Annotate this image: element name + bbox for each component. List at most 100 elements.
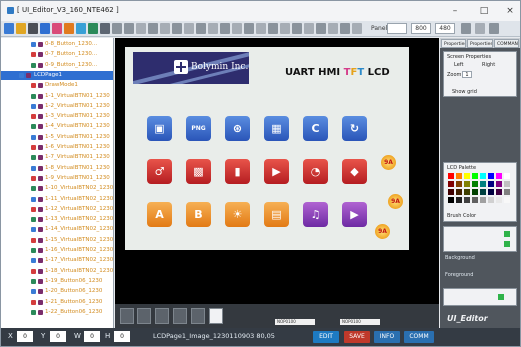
tree-item[interactable]: 0-9_Button_1230... [1,61,113,70]
hmi-icon-button[interactable]: PNG [186,116,211,141]
bold-icon[interactable] [40,23,50,34]
tree-item[interactable]: 1-8_VirtualBTN01_1230 [1,164,113,173]
hmi-icon-button[interactable]: ▤ [264,202,289,227]
tree-item[interactable]: 1-19_Button06_1230 [1,277,113,286]
palette-swatch[interactable] [504,189,510,195]
show-grid-checkbox[interactable]: Show grid [452,89,477,95]
align-left-icon[interactable] [256,23,266,34]
tree-item[interactable]: 1-22_Button06_1230 [1,308,113,317]
page-thumbnail[interactable] [155,308,169,324]
page-thumbnail[interactable] [209,308,223,324]
open-folder-icon[interactable] [16,23,26,34]
hmi-icon-button[interactable]: ⊛ [225,116,250,141]
palette-swatch[interactable] [496,181,502,187]
tree-item[interactable]: 1-5_VirtualBTN01_1230 [1,133,113,142]
tab-properties-2[interactable]: Properties 2 [467,39,493,48]
palette-swatch[interactable] [496,189,502,195]
command-field[interactable]: NOP0100 [340,319,380,325]
lcd-page-preview[interactable]: Bolymin Inc. UART HMI TFT LCD ▣ PNG ⊛ ▦ C ↻ ♂ ▩… [125,47,409,250]
tree-item[interactable]: 1-17_VirtualBTN02_1230 [1,256,113,265]
tree-item[interactable]: 0-7_Button_1230... [1,50,113,59]
distribute-icon[interactable] [316,23,326,34]
tree-item[interactable]: 1-1_VirtualBTN01_1230 [1,92,113,101]
badge-9a[interactable]: 9A [381,155,396,170]
hmi-icon-button[interactable]: ♫ [303,202,328,227]
tree-item[interactable]: 1-15_VirtualBTN02_1230 [1,236,113,245]
command-field[interactable]: NOP0100 [275,319,315,325]
tree-item[interactable]: 1-18_VirtualBTN02_1230 [1,267,113,276]
align-center-icon[interactable] [268,23,278,34]
palette-swatch[interactable] [480,173,486,179]
gauge-icon[interactable] [160,23,170,34]
palette-swatch[interactable] [456,173,462,179]
hmi-icon-button[interactable]: B [186,202,211,227]
hmi-icon-button[interactable]: ▩ [186,159,211,184]
panel-field[interactable] [387,23,407,34]
info-button[interactable]: INFO [374,331,400,343]
save-button[interactable]: SAVE [344,331,370,343]
badge-9a[interactable]: 9A [375,224,390,239]
orientation-left-radio[interactable]: Left [454,62,463,68]
height-field[interactable]: 0 [114,331,130,342]
tree-item[interactable]: 1-7_VirtualBTN01_1230 [1,153,113,162]
object-tree[interactable]: 0-8_Button_1230... 0-7_Button_1230... 0-9_… [1,38,114,328]
hmi-icon-button[interactable]: ▣ [147,116,172,141]
progress-icon[interactable] [172,23,182,34]
tree-item[interactable]: 1-12_VirtualBTN02_1230 [1,205,113,214]
tree-item[interactable]: 1-21_Button06_1230 [1,298,113,307]
tree-item[interactable]: 1-20_Button06_1230 [1,287,113,296]
palette-swatch[interactable] [464,181,470,187]
eight-seg-icon[interactable] [64,23,74,34]
image-icon[interactable] [112,23,122,34]
palette-swatch[interactable] [472,173,478,179]
hmi-icon-button[interactable]: ▶ [264,159,289,184]
tree-item[interactable]: 1-4_VirtualBTN01_1230 [1,122,113,131]
palette-swatch[interactable] [464,189,470,195]
palette-swatch[interactable] [456,181,462,187]
palette-swatch[interactable] [472,197,478,203]
hmi-icon-button[interactable]: ◆ [342,159,367,184]
align-bottom-icon[interactable] [304,23,314,34]
palette-swatch[interactable] [496,197,502,203]
graph-icon[interactable] [184,23,194,34]
minimize-button[interactable]: – [448,5,462,17]
check-swatch-icon[interactable] [504,241,510,247]
page-thumbnail[interactable] [120,308,134,324]
hmi-icon-button[interactable]: ↻ [342,116,367,141]
palette-swatch[interactable] [472,189,478,195]
tree-item[interactable]: 0-8_Button_1230... [1,40,113,49]
edit-button[interactable]: EDIT [313,331,339,343]
tree-item[interactable]: 1-13_VirtualBTN02_1230 [1,215,113,224]
hmi-icon-button[interactable]: ▦ [264,116,289,141]
zoom-icon[interactable] [352,23,362,34]
palette-swatch[interactable] [448,173,454,179]
palette-swatch[interactable] [488,197,494,203]
palette-swatch[interactable] [488,189,494,195]
tab-properties[interactable]: Properties [441,39,466,48]
tab-command[interactable]: COMMAND [494,39,519,48]
palette-swatch[interactable] [480,197,486,203]
clock-icon[interactable] [196,23,206,34]
hmi-icon-button[interactable]: C [303,116,328,141]
palette-swatch[interactable] [488,173,494,179]
line-icon[interactable] [244,23,254,34]
tree-item[interactable]: 1-2_VirtualBTN01_1230 [1,102,113,111]
hmi-icon-button[interactable]: ◔ [303,159,328,184]
x-field[interactable]: 0 [17,331,33,342]
palette-swatch[interactable] [464,173,470,179]
hmi-icon-button[interactable]: ▶ [342,202,367,227]
button-icon[interactable] [124,23,134,34]
page-thumbnail[interactable] [191,308,205,324]
settings-icon[interactable] [475,23,485,34]
text-icon[interactable] [88,23,98,34]
new-file-icon[interactable] [4,23,14,34]
save-icon[interactable] [28,23,38,34]
palette-swatch[interactable] [504,181,510,187]
maximize-button[interactable]: □ [477,5,491,17]
zoom-field[interactable]: 1 [462,71,472,78]
design-canvas[interactable]: Bolymin Inc. UART HMI TFT LCD ▣ PNG ⊛ ▦ C ↻ ♂ ▩… [115,38,439,304]
lock-icon[interactable] [461,23,471,34]
comm-button[interactable]: COMM [404,331,434,343]
eight-seg-alt-icon[interactable] [76,23,86,34]
page-thumbnail[interactable] [173,308,187,324]
